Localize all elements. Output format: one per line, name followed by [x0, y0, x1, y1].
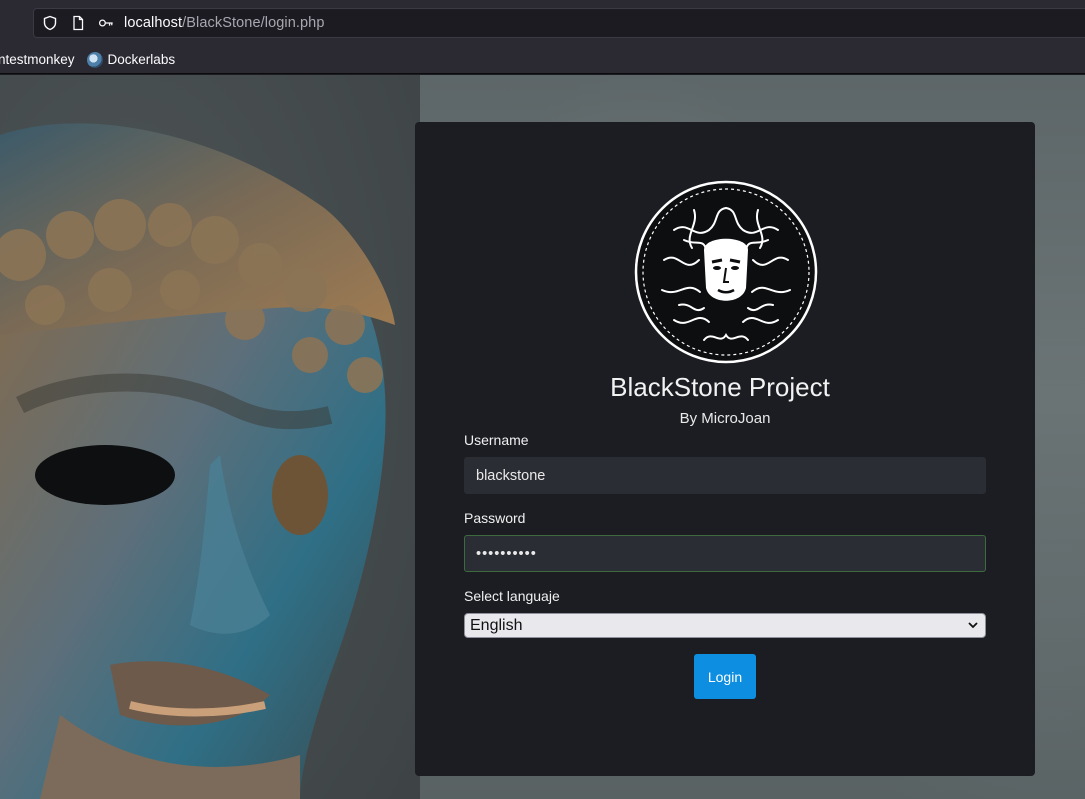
chevron-down-icon	[968, 622, 978, 629]
address-bar[interactable]: localhost/BlackStone/login.php	[33, 8, 1085, 38]
page-icon	[70, 15, 86, 31]
page-subtitle: By MicroJoan	[679, 410, 771, 427]
page-title: BlackStone Project	[610, 372, 830, 402]
bookmark-testmonkey[interactable]: ntestmonkey	[0, 52, 75, 67]
page-background: BlackStone Project By MicroJoan Username…	[0, 75, 1085, 799]
language-label: Select languaje	[464, 588, 560, 604]
url-host: localhost	[124, 15, 183, 31]
username-label: Username	[464, 432, 529, 448]
password-label: Password	[464, 510, 526, 526]
bookmark-dockerlabs[interactable]: Dockerlabs	[86, 51, 176, 68]
medusa-logo-icon	[634, 180, 818, 364]
dockerlabs-icon	[86, 51, 103, 68]
url-text[interactable]: localhost/BlackStone/login.php	[124, 15, 325, 31]
language-select[interactable]: English	[464, 613, 986, 638]
shield-icon[interactable]	[42, 15, 58, 31]
url-path: /BlackStone/login.php	[182, 15, 325, 31]
bookmark-label: Dockerlabs	[107, 52, 176, 67]
password-input[interactable]: ••••••••••	[464, 535, 986, 572]
statue-background-image	[0, 75, 420, 799]
language-select-value: English	[470, 616, 523, 634]
login-button[interactable]: Login	[694, 654, 756, 699]
username-input[interactable]: blackstone	[464, 457, 986, 494]
bookmark-label: ntestmonkey	[0, 52, 75, 67]
bookmarks-bar: ntestmonkey Dockerlabs	[0, 46, 1085, 74]
login-panel: BlackStone Project By MicroJoan Username…	[415, 122, 1035, 776]
key-icon[interactable]	[98, 15, 114, 31]
browser-toolbar: localhost/BlackStone/login.php	[0, 0, 1085, 46]
